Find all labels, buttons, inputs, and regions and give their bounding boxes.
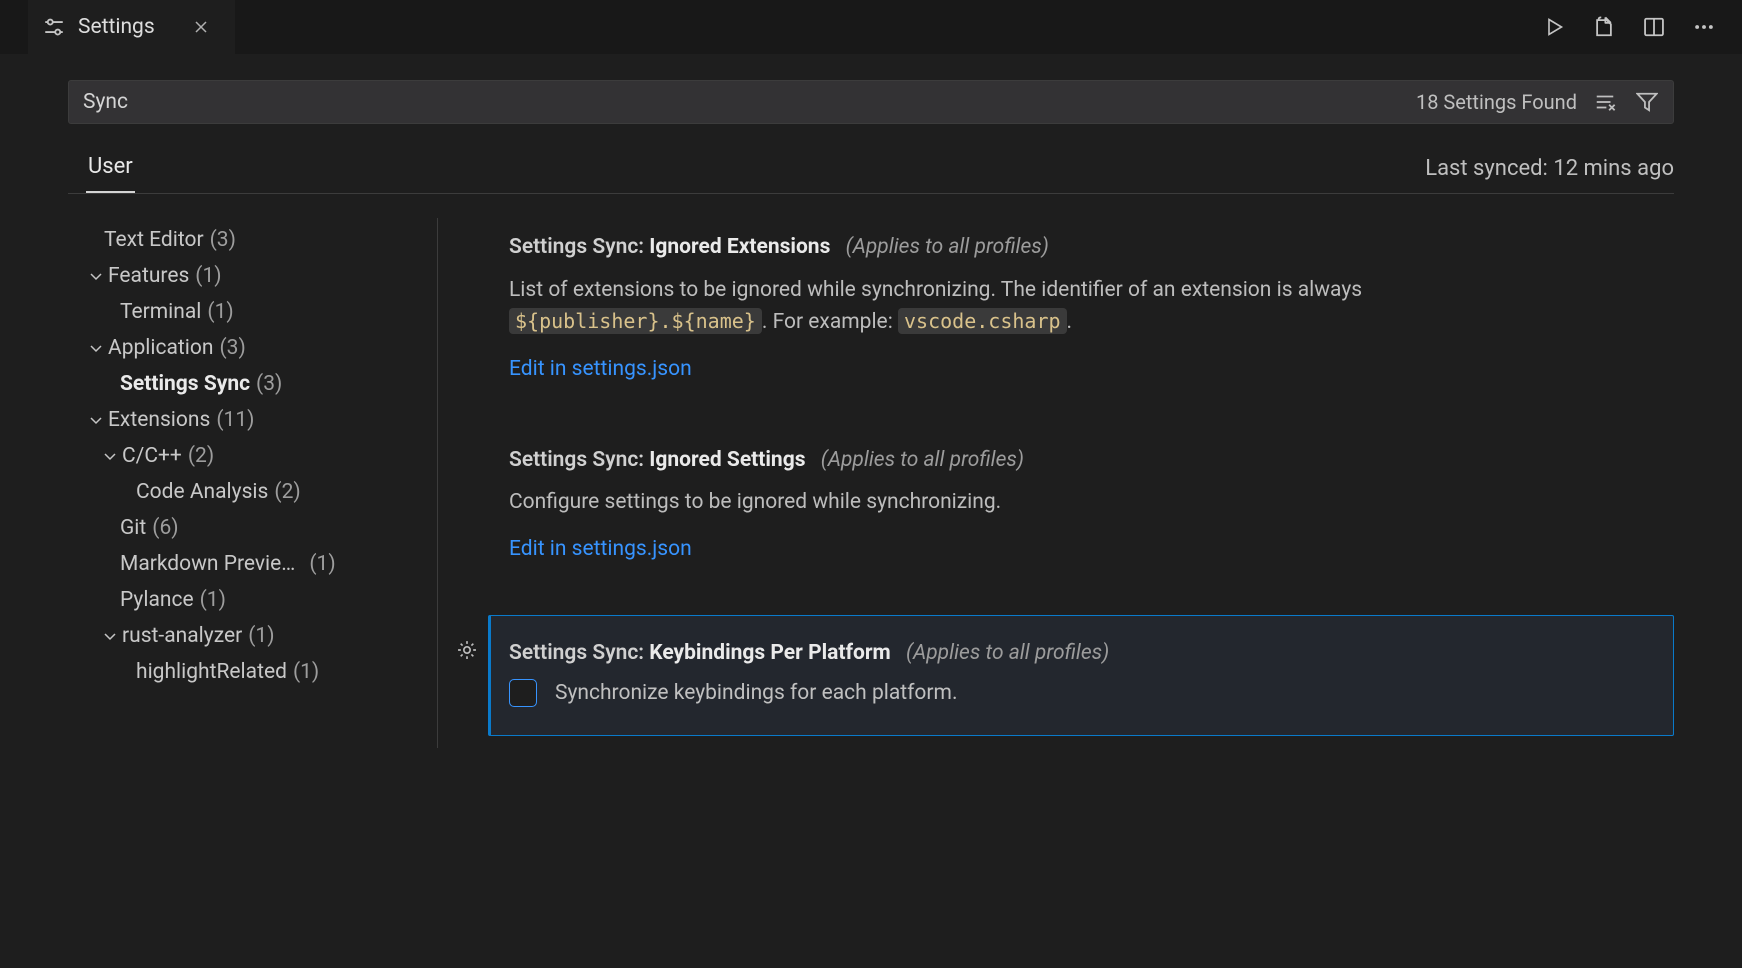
toc-code-analysis[interactable]: Code Analysis (2) bbox=[68, 474, 431, 510]
chevron-down-icon bbox=[98, 628, 122, 644]
settings-search-input[interactable] bbox=[83, 90, 1416, 114]
toc-application[interactable]: Application (3) bbox=[68, 330, 431, 366]
toc-rust-analyzer[interactable]: rust-analyzer (1) bbox=[68, 618, 431, 654]
play-icon[interactable] bbox=[1540, 13, 1568, 41]
tabbar-gutter bbox=[0, 0, 28, 54]
scope-tab-user[interactable]: User bbox=[86, 146, 135, 193]
chevron-down-icon bbox=[84, 340, 108, 356]
toc-pylance[interactable]: Pylance (1) bbox=[68, 582, 431, 618]
sliders-icon bbox=[44, 17, 64, 37]
edit-in-settings-json-link[interactable]: Edit in settings.json bbox=[509, 537, 692, 561]
checkbox-row: Synchronize keybindings for each platfor… bbox=[509, 679, 1659, 707]
settings-scope-row: User Last synced: 12 mins ago bbox=[68, 146, 1674, 194]
setting-ignored-settings: Settings Sync: Ignored Settings (Applies… bbox=[488, 435, 1674, 581]
editor-tabbar: Settings bbox=[0, 0, 1742, 54]
toc-settings-sync[interactable]: Settings Sync (3) bbox=[68, 366, 431, 402]
toc-markdown-preview[interactable]: Markdown Previe… (1) bbox=[68, 546, 431, 582]
open-file-icon[interactable] bbox=[1590, 13, 1618, 41]
settings-toc: Text Editor (3) Features (1) Terminal (1… bbox=[68, 218, 438, 748]
setting-description: List of extensions to be ignored while s… bbox=[509, 274, 1489, 339]
tab-settings[interactable]: Settings bbox=[28, 0, 235, 54]
search-right-group: 18 Settings Found bbox=[1416, 88, 1661, 116]
setting-title: Settings Sync: Ignored Settings (Applies… bbox=[509, 445, 1660, 477]
toc-ccpp[interactable]: C/C++ (2) bbox=[68, 438, 431, 474]
settings-editor: 18 Settings Found User Last synced: 12 m… bbox=[0, 54, 1742, 748]
search-result-count: 18 Settings Found bbox=[1416, 90, 1577, 114]
chevron-down-icon bbox=[84, 268, 108, 284]
setting-keybindings-per-platform[interactable]: Settings Sync: Keybindings Per Platform … bbox=[488, 615, 1674, 737]
toc-highlight-related[interactable]: highlightRelated (1) bbox=[68, 654, 431, 690]
clear-filter-icon[interactable] bbox=[1591, 88, 1619, 116]
gear-icon[interactable] bbox=[453, 636, 481, 664]
setting-ignored-extensions: Settings Sync: Ignored Extensions (Appli… bbox=[488, 222, 1674, 401]
tabbar-left: Settings bbox=[0, 0, 235, 54]
tab-title: Settings bbox=[78, 15, 155, 39]
toc-git[interactable]: Git (6) bbox=[68, 510, 431, 546]
setting-description: Configure settings to be ignored while s… bbox=[509, 486, 1489, 519]
setting-title: Settings Sync: Ignored Extensions (Appli… bbox=[509, 232, 1660, 264]
chevron-down-icon bbox=[84, 412, 108, 428]
chevron-down-icon bbox=[98, 448, 122, 464]
toc-extensions[interactable]: Extensions (11) bbox=[68, 402, 431, 438]
toc-text-editor[interactable]: Text Editor (3) bbox=[68, 222, 431, 258]
code-literal: ${publisher}.${name} bbox=[509, 308, 762, 334]
edit-in-settings-json-link[interactable]: Edit in settings.json bbox=[509, 357, 692, 381]
checkbox-label: Synchronize keybindings for each platfor… bbox=[555, 681, 957, 705]
filter-icon[interactable] bbox=[1633, 88, 1661, 116]
code-literal: vscode.csharp bbox=[898, 308, 1067, 334]
settings-body: Text Editor (3) Features (1) Terminal (1… bbox=[68, 218, 1674, 748]
settings-search-bar: 18 Settings Found bbox=[68, 80, 1674, 124]
toc-terminal[interactable]: Terminal (1) bbox=[68, 294, 431, 330]
setting-title: Settings Sync: Keybindings Per Platform … bbox=[509, 638, 1659, 670]
settings-detail-pane: Settings Sync: Ignored Extensions (Appli… bbox=[438, 218, 1674, 748]
tabbar-actions bbox=[1540, 0, 1742, 54]
close-icon[interactable] bbox=[187, 13, 215, 41]
sync-status-text: Last synced: 12 mins ago bbox=[1425, 156, 1674, 193]
toc-features[interactable]: Features (1) bbox=[68, 258, 431, 294]
checkbox-keybindings-per-platform[interactable] bbox=[509, 679, 537, 707]
split-editor-icon[interactable] bbox=[1640, 13, 1668, 41]
more-icon[interactable] bbox=[1690, 13, 1718, 41]
